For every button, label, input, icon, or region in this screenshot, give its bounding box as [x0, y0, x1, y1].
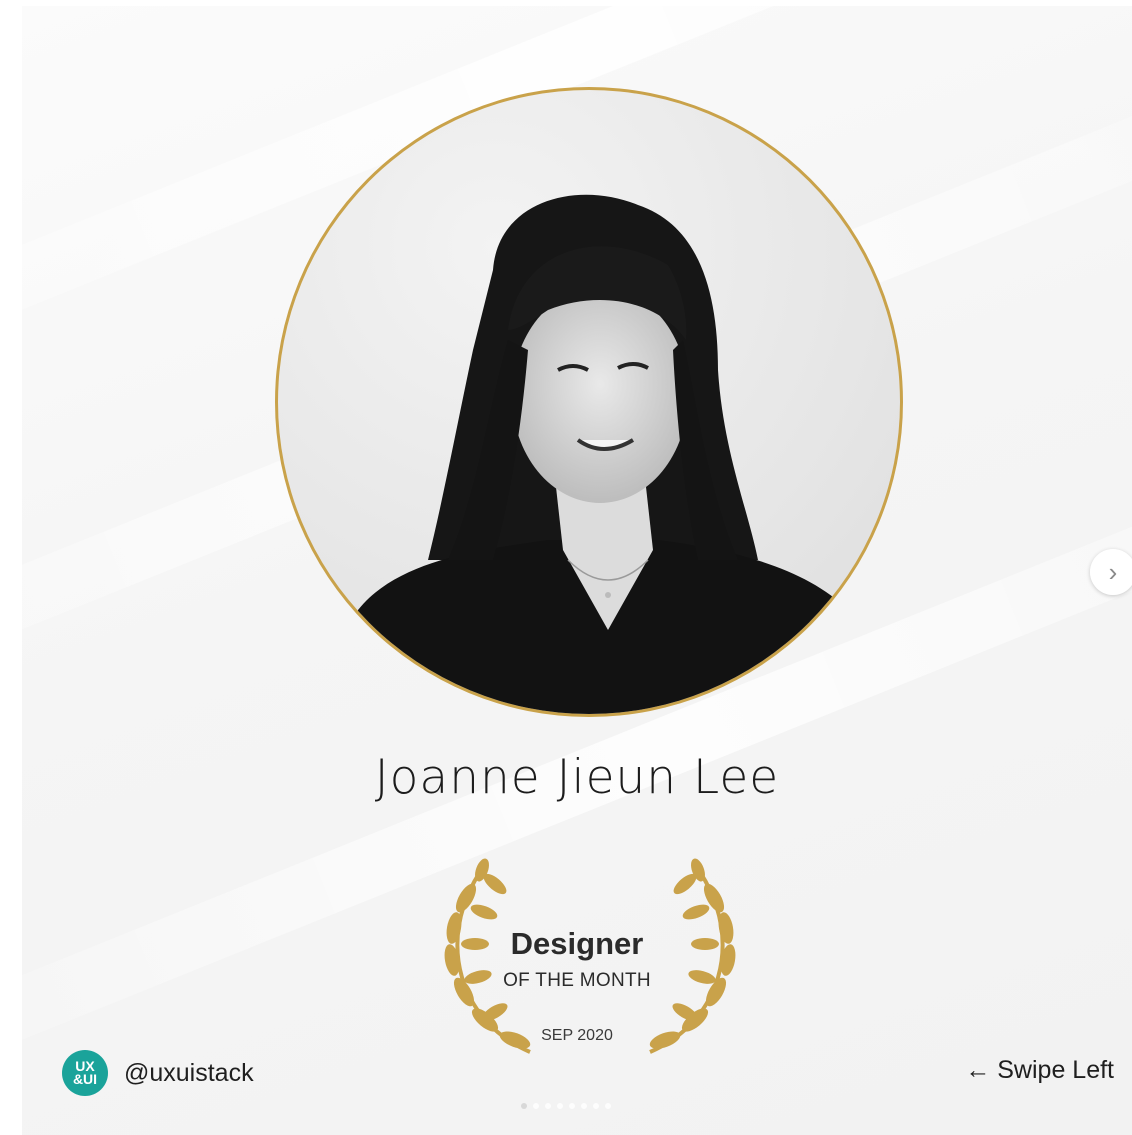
chevron-right-icon: › — [1108, 556, 1118, 587]
carousel-dot[interactable] — [533, 1103, 539, 1109]
account-handle: UX &UI @uxuistack — [62, 1050, 254, 1096]
carousel-dot[interactable] — [545, 1103, 551, 1109]
badge-title: Designer — [510, 926, 644, 961]
handle-text: @uxuistack — [124, 1058, 254, 1087]
carousel-dot[interactable] — [593, 1103, 599, 1109]
badge-date: SEP 2020 — [541, 1027, 613, 1044]
carousel-dot[interactable] — [605, 1103, 611, 1109]
carousel-dot[interactable] — [557, 1103, 563, 1109]
carousel-dot[interactable] — [521, 1103, 527, 1109]
designer-name: Joanne Jieun Lee — [374, 750, 780, 805]
next-slide-button[interactable]: › — [1090, 549, 1132, 595]
carousel-dots — [0, 1103, 1132, 1109]
carousel-dot[interactable] — [581, 1103, 587, 1109]
swipe-left-hint: ← Swipe Left — [965, 1056, 1114, 1084]
carousel-dot[interactable] — [569, 1103, 575, 1109]
designer-portrait — [275, 87, 903, 717]
logo-text-bottom: &UI — [72, 1071, 98, 1087]
uxui-logo-icon: UX &UI — [62, 1050, 108, 1096]
badge-subtitle: OF THE MONTH — [503, 970, 651, 991]
carousel-slide: Joanne Jieun Lee Designer OF THE MONTH S… — [22, 6, 1132, 1135]
